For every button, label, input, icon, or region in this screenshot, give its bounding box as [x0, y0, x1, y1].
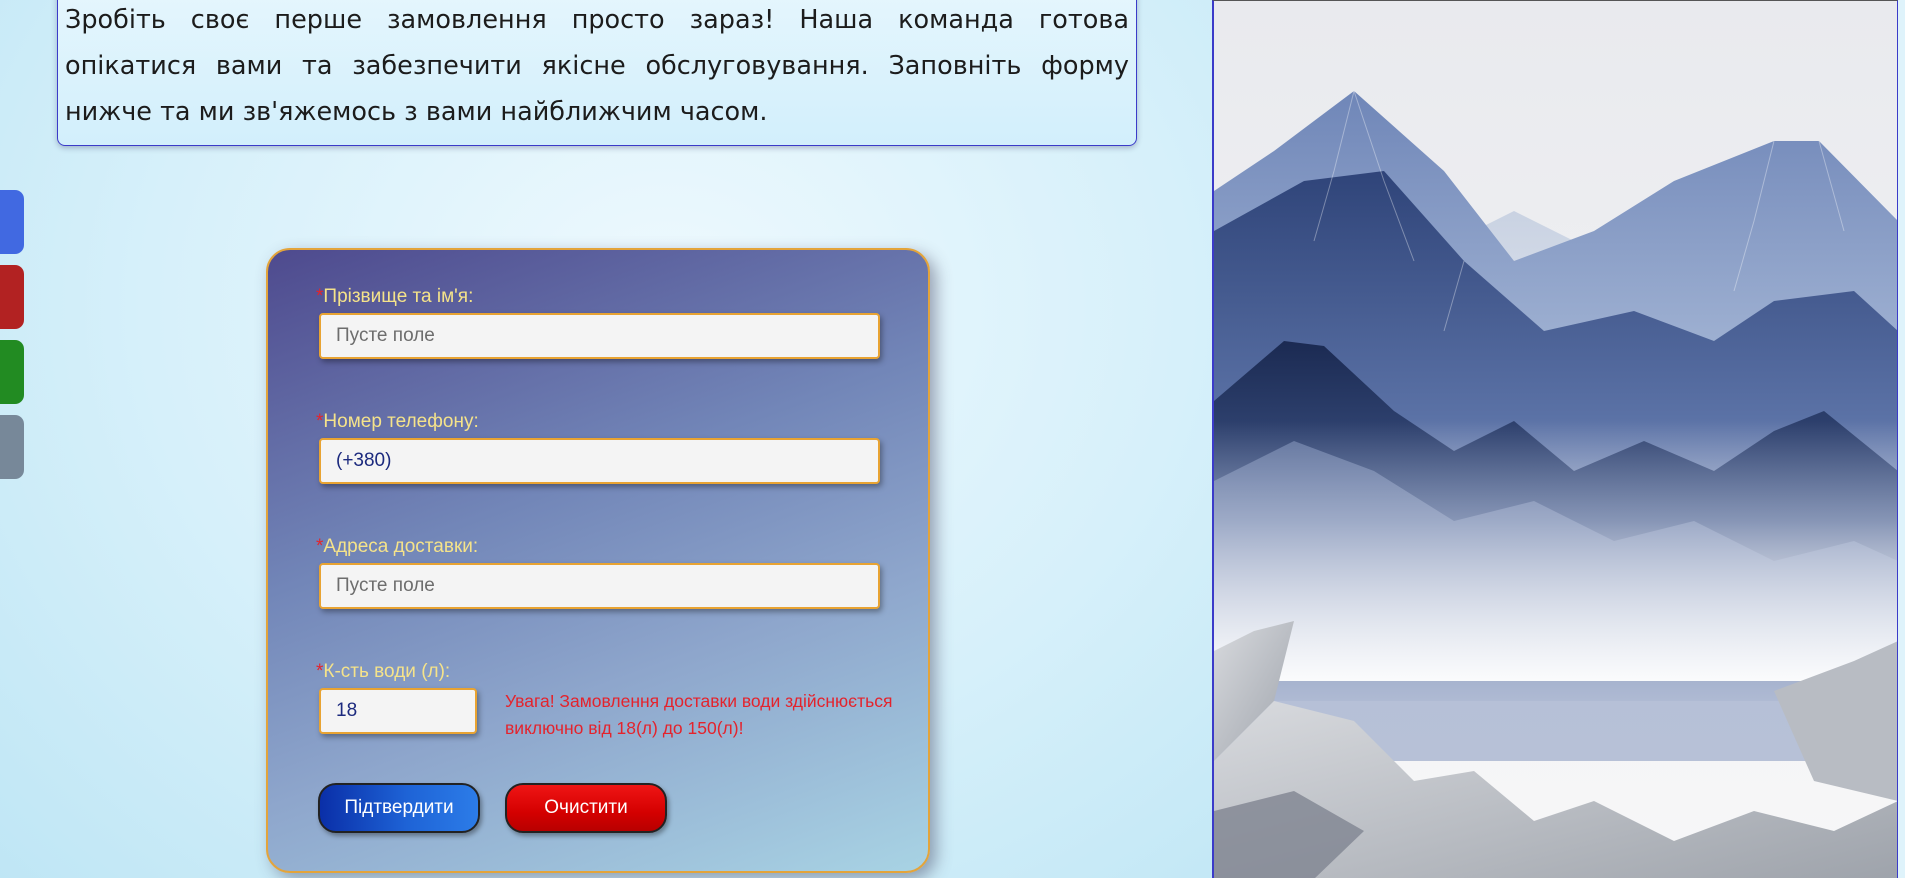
- address-label: *Адреса доставки:: [316, 536, 479, 557]
- address-input[interactable]: [319, 563, 880, 609]
- side-tab-red[interactable]: [0, 265, 24, 329]
- water-quantity-label: *К-сть води (л):: [316, 661, 451, 682]
- side-tab-green[interactable]: [0, 340, 24, 404]
- side-tab-gray[interactable]: [0, 415, 24, 479]
- name-input[interactable]: [319, 313, 880, 359]
- intro-text: Зробіть своє перше замовлення просто зар…: [65, 5, 1129, 127]
- water-quantity-input[interactable]: [319, 688, 477, 734]
- mountain-illustration: [1214, 1, 1897, 878]
- mountain-image: [1212, 0, 1898, 878]
- phone-label: *Номер телефону:: [316, 411, 479, 432]
- side-tab-blue[interactable]: [0, 190, 24, 254]
- phone-input[interactable]: [319, 438, 880, 484]
- quantity-warning: Увага! Замовлення доставки води здійснює…: [505, 691, 893, 738]
- intro-text-box: Зробіть своє перше замовлення просто зар…: [57, 0, 1137, 146]
- name-label: *Прізвище та ім'я:: [316, 286, 474, 307]
- clear-button[interactable]: Очистити: [505, 783, 667, 833]
- submit-button[interactable]: Підтвердити: [318, 783, 480, 833]
- order-form: *Прізвище та ім'я: *Номер телефону: *Адр…: [266, 248, 930, 873]
